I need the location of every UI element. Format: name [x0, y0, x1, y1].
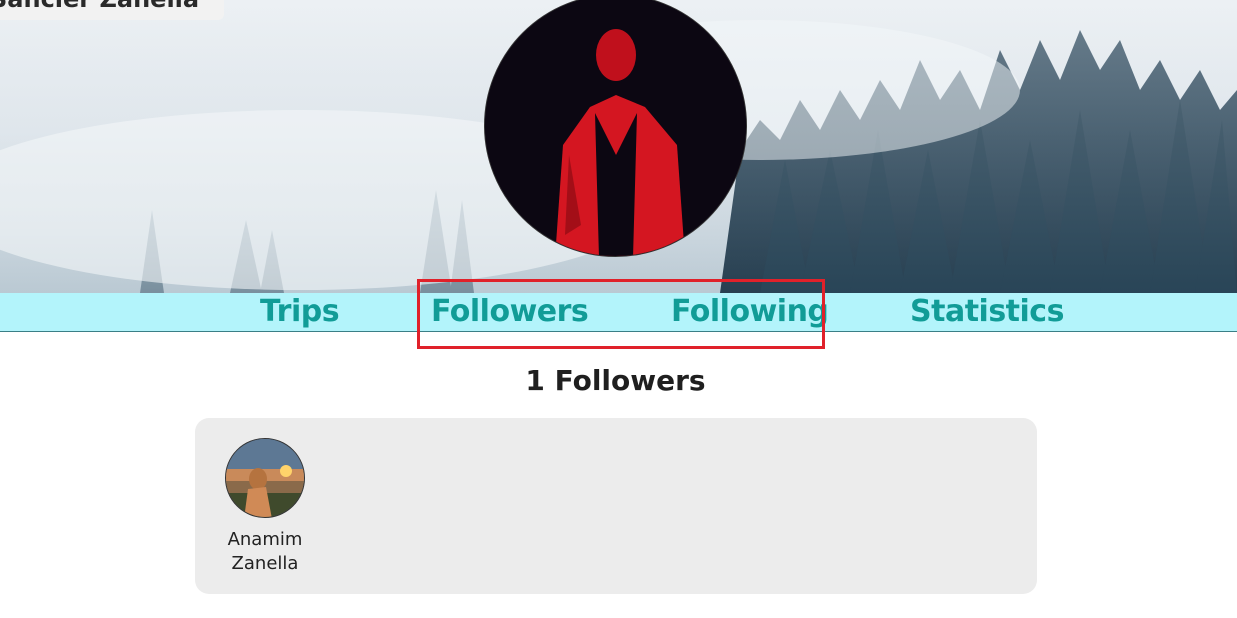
tab-followers[interactable]: Followers: [431, 293, 589, 331]
tab-statistics[interactable]: Statistics: [910, 293, 1064, 331]
tab-following[interactable]: Following: [671, 293, 829, 331]
follower-last-name: Zanella: [231, 553, 299, 574]
follower-avatar[interactable]: [225, 438, 305, 518]
followers-list: Anamim Zanella: [195, 418, 1037, 594]
profile-name-text: Sancler Zanella: [0, 0, 199, 13]
sunset-photo: [226, 439, 304, 517]
follower-first-name: Anamim: [227, 529, 303, 550]
profile-tab-bar: Trips Followers Following Statistics: [0, 293, 1237, 332]
tab-trips[interactable]: Trips: [260, 293, 340, 331]
profile-name-label: Sancler Zanella: [0, 0, 224, 20]
follower-card[interactable]: Anamim Zanella: [215, 438, 315, 576]
followers-heading: 1 Followers: [525, 364, 706, 397]
profile-photo: [485, 0, 746, 256]
profile-avatar[interactable]: [484, 0, 747, 257]
follower-name[interactable]: Anamim Zanella: [215, 528, 315, 576]
